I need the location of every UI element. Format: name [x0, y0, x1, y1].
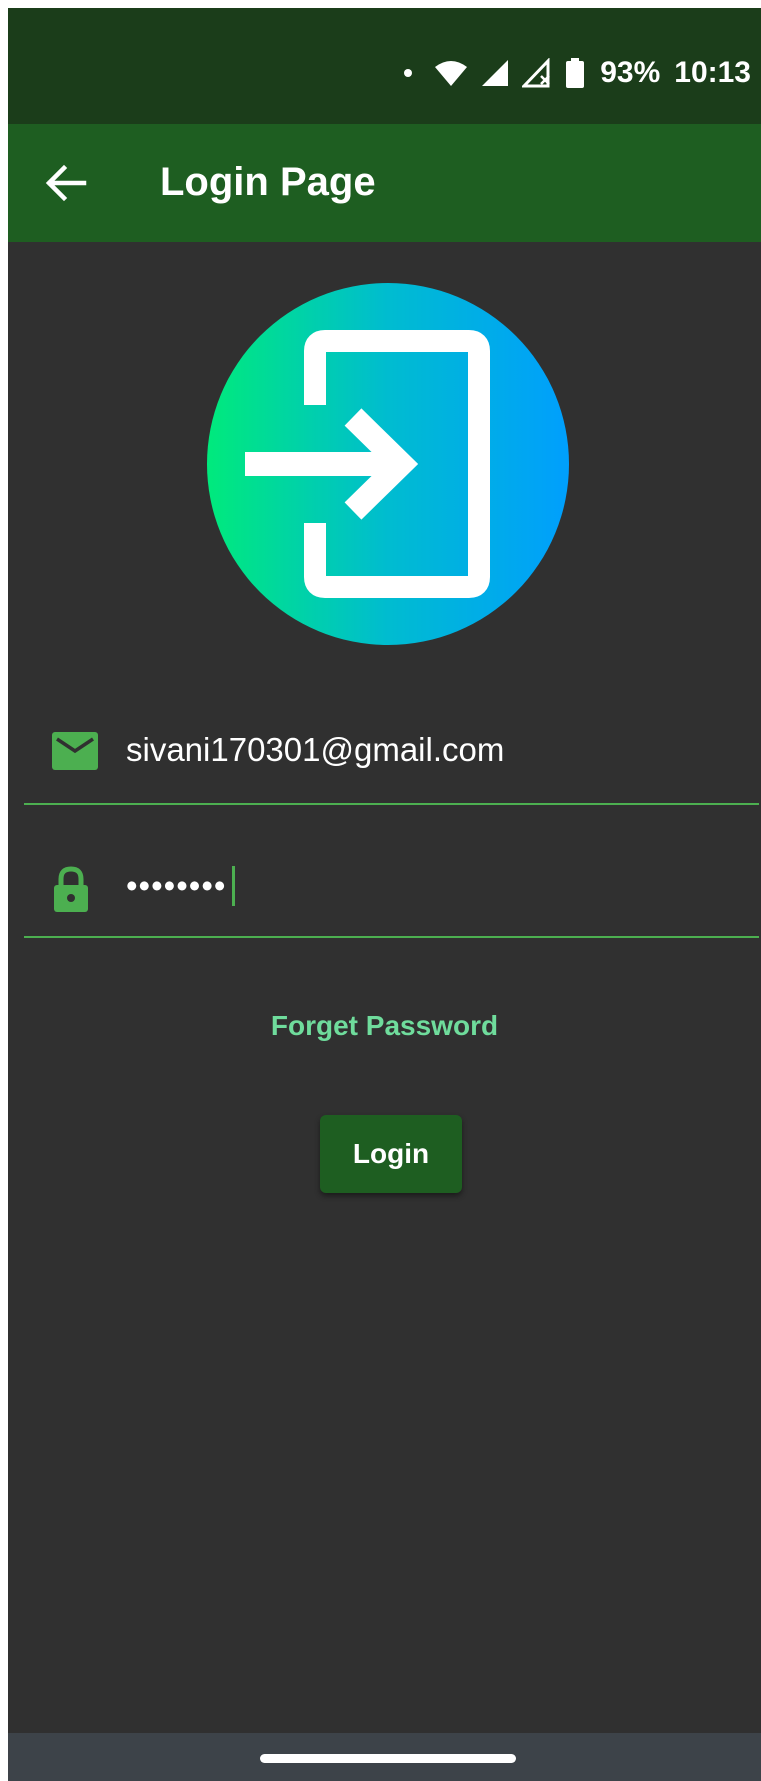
signal-icon: [482, 60, 509, 86]
wifi-icon: [435, 61, 468, 86]
status-bar: 93% 10:13: [8, 8, 761, 124]
notification-dot-icon: [404, 69, 413, 77]
page-title: Login Page: [160, 160, 376, 204]
battery-percentage: 93%: [600, 56, 661, 89]
login-logo: [207, 283, 569, 645]
email-field[interactable]: sivani170301@gmail.com: [24, 698, 759, 805]
password-input-value: ••••••••: [126, 864, 236, 908]
login-button[interactable]: Login: [320, 1115, 462, 1193]
email-input-value: sivani170301@gmail.com: [126, 731, 505, 768]
password-masked-text: ••••••••: [126, 867, 227, 904]
forget-password-link[interactable]: Forget Password: [8, 1006, 761, 1046]
arrow-back-icon[interactable]: [44, 160, 90, 206]
login-screen: 93% 10:13 Login Page sivani170301@gmail.…: [8, 8, 761, 1781]
email-icon: [52, 732, 98, 770]
app-bar: Login Page: [8, 124, 761, 242]
signal-no-sim-icon: [522, 58, 551, 88]
password-field[interactable]: ••••••••: [24, 826, 759, 938]
lock-icon: [54, 866, 88, 912]
login-enter-icon: [245, 330, 490, 598]
home-indicator[interactable]: [260, 1754, 516, 1763]
battery-icon: [566, 58, 585, 88]
clock-time: 10:13: [674, 56, 751, 89]
status-indicators: 93% 10:13: [404, 48, 751, 98]
navigation-bar: [8, 1733, 761, 1781]
text-cursor: [232, 866, 236, 906]
